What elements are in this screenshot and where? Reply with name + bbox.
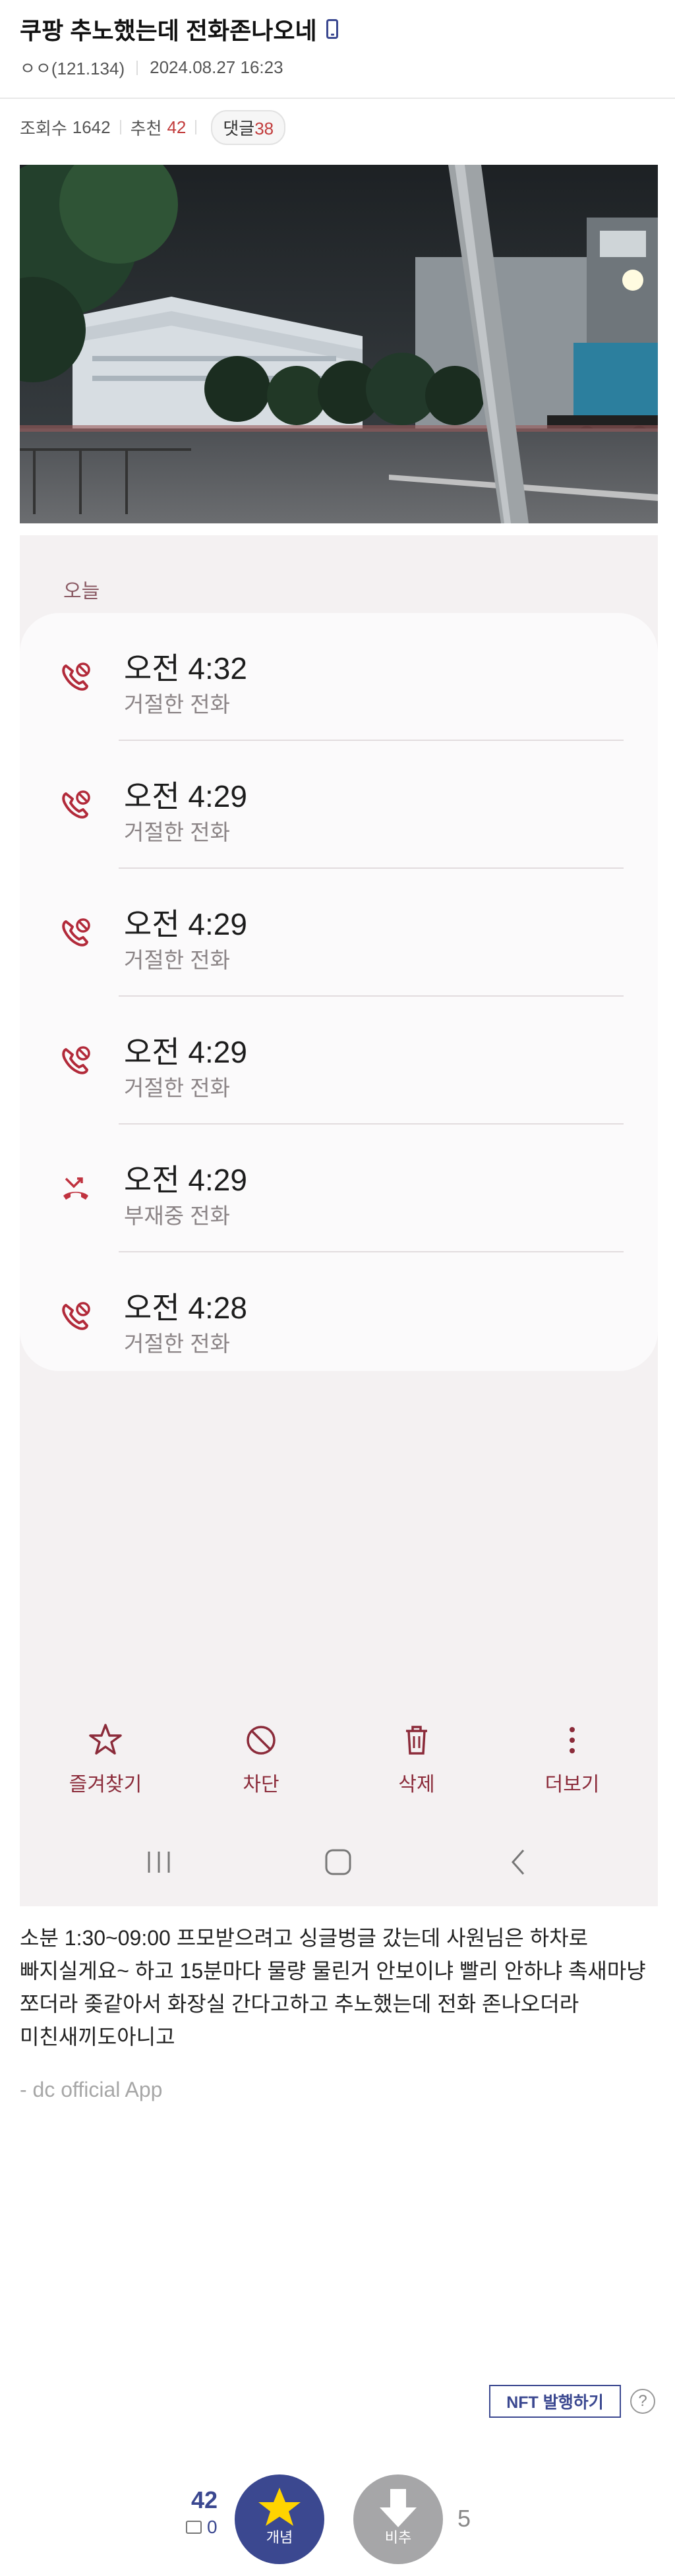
call-row[interactable]: 오전 4:29 거절한 전화 [20,997,658,1125]
comments-count: 38 [254,118,274,138]
block-icon [247,1726,276,1755]
call-list-card: 오전 4:32 거절한 전화 오전 4:29 거절한 전화 오전 4:29 거절… [20,613,658,1371]
rejected-call-icon [62,1302,90,1330]
upvote-label: 개념 [266,2529,293,2546]
views-count: 1642 [72,117,111,137]
call-time: 오전 4:29 [124,1035,247,1069]
upvote-button[interactable]: 개념 [235,2474,324,2564]
block-label: 차단 [243,1774,279,1796]
fixed-upvote-value: 0 [207,2517,218,2537]
fixed-upvote-count: 0 [186,2517,218,2538]
rejected-call-icon [62,662,90,691]
delete-button[interactable]: 삭제 [364,1722,469,1797]
post-title: 쿠팡 추노했는데 전화존나오네 [20,12,655,46]
call-row[interactable]: 오전 4:29 거절한 전화 [20,869,658,997]
more-vertical-icon [570,1727,575,1753]
post-meta: ㅇㅇ(121.134) 2024.08.27 16:23 [20,55,655,80]
comments-button[interactable]: 댓글38 [211,109,286,145]
call-row[interactable]: 오전 4:28 거절한 전화 [20,1252,658,1380]
stats-divider [195,120,197,134]
call-row[interactable]: 오전 4:29 거절한 전화 [20,741,658,869]
missed-call-icon [63,1177,88,1200]
rejected-call-icon [62,1046,90,1074]
help-icon[interactable]: ? [630,2389,655,2414]
call-row[interactable]: 오전 4:29 부재중 전화 [20,1125,658,1252]
favorite-label: 즐겨찾기 [69,1774,142,1796]
vote-area: 42 0 개념 비추 5 [0,2472,675,2571]
call-status: 거절한 전화 [124,1076,230,1100]
post-body-text: 소분 1:30~09:00 프모받으려고 싱글벙글 갔는데 사원님은 하차로 빠… [20,1926,646,2049]
call-log-screenshot: 오늘 오전 4:32 거절한 전화 오전 4:29 거절한 전화 오전 4:29… [20,535,658,1906]
block-button[interactable]: 차단 [208,1722,314,1797]
recommend-label: 추천 [130,118,162,138]
post-page: 쿠팡 추노했는데 전화존나오네 ㅇㅇ(121.134) 2024.08.27 1… [0,0,675,2576]
header-divider [0,98,675,99]
more-button[interactable]: 더보기 [519,1722,625,1797]
post-stats: 조회수 1642 추천 42 댓글38 [20,109,286,145]
delete-label: 삭제 [398,1774,435,1796]
call-status: 거절한 전화 [124,820,230,844]
today-section-label: 오늘 [63,581,100,602]
fixed-user-icon [186,2521,202,2534]
mobile-phone-icon [326,19,338,39]
call-status: 거절한 전화 [124,948,230,972]
more-label: 더보기 [544,1774,600,1796]
call-time: 오전 4:29 [124,907,247,941]
back-icon[interactable] [502,1848,535,1877]
nft-issue-button[interactable]: NFT 발행하기 [489,2385,621,2418]
post-title-text: 쿠팡 추노했는데 전화존나오네 [20,17,317,44]
trash-icon [406,1726,427,1755]
downvote-count: 5 [457,2505,471,2532]
downvote-label: 비추 [384,2529,412,2546]
night-street-illustration [20,165,658,523]
call-action-bar: 즐겨찾기 차단 삭제 더보기 [20,1722,658,1801]
call-time: 오전 4:29 [124,1163,247,1197]
android-nav-bar [20,1837,658,1890]
call-time: 오전 4:32 [124,651,247,686]
views-label: 조회수 [20,118,67,138]
call-row[interactable]: 오전 4:32 거절한 전화 [20,613,658,741]
call-status: 거절한 전화 [124,692,230,717]
post-header: 쿠팡 추노했는데 전화존나오네 ㅇㅇ(121.134) 2024.08.27 1… [20,12,655,80]
upvote-count: 42 [191,2486,218,2513]
recommend-count: 42 [167,117,187,137]
recent-apps-icon[interactable] [142,1848,175,1877]
comments-label: 댓글 [223,118,255,138]
stats-divider [119,120,121,134]
rejected-call-icon [62,790,90,819]
app-signature: - dc official App [20,2078,163,2101]
call-time: 오전 4:28 [124,1291,247,1325]
call-status: 부재중 전화 [124,1204,230,1228]
downvote-button[interactable]: 비추 [353,2474,443,2564]
home-icon[interactable] [322,1848,355,1877]
star-icon [89,1724,122,1755]
post-date: 2024.08.27 16:23 [150,57,283,77]
author-name[interactable]: ㅇㅇ(121.134) [20,55,125,80]
call-time: 오전 4:29 [124,779,247,813]
favorite-button[interactable]: 즐겨찾기 [53,1722,158,1797]
call-status: 거절한 전화 [124,1332,230,1356]
night-street-photo[interactable] [20,165,658,523]
rejected-call-icon [62,918,90,947]
meta-divider [136,60,138,75]
